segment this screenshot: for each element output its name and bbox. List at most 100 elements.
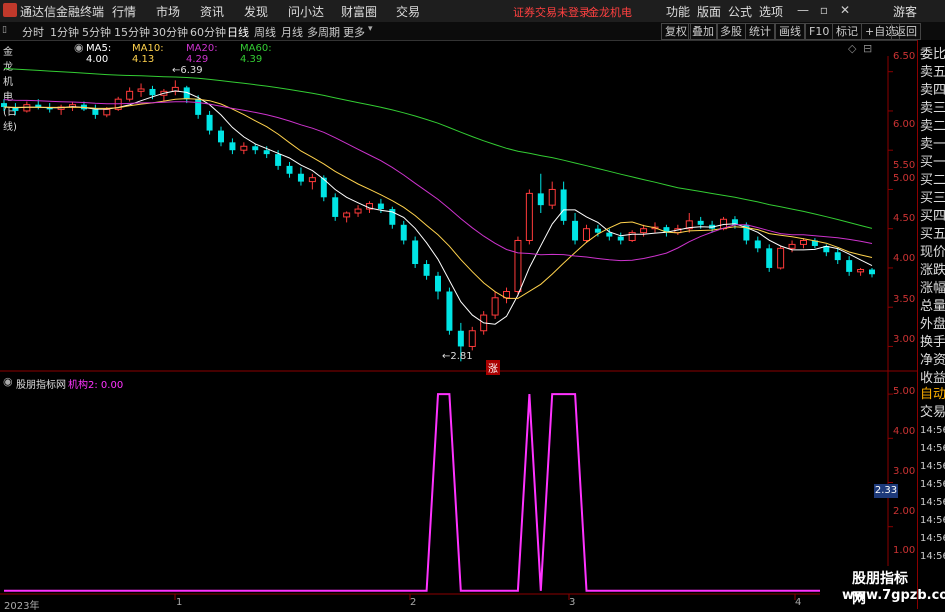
candle-body — [149, 88, 156, 96]
candle-body — [857, 269, 865, 273]
high-price-annotation: ←6.39 — [172, 65, 203, 76]
candlestick-series — [1, 80, 875, 362]
candle-body — [412, 240, 419, 265]
y-tick-label: 6.00 — [893, 119, 916, 130]
trade-time: 14:56 — [920, 479, 945, 490]
panel-label-volume[interactable]: 总量 — [920, 298, 945, 316]
low-price-value: 2.81 — [450, 351, 473, 362]
panel-label-outer[interactable]: 外盘 — [920, 316, 945, 334]
candle-body — [869, 269, 875, 275]
sub-y-tick-label: 2.00 — [893, 506, 916, 517]
candle-body — [275, 154, 282, 166]
candle-body — [548, 188, 556, 206]
price-badge: 2.33 — [874, 484, 898, 498]
candle-body — [617, 236, 624, 241]
panel-label-ask1[interactable]: 卖一 — [920, 136, 945, 154]
candle-body — [297, 173, 304, 182]
candle-body — [606, 232, 613, 237]
x-tick-label: 4 — [795, 597, 802, 608]
candle-body — [491, 297, 499, 316]
panel-label-ask3[interactable]: 卖三 — [920, 100, 945, 118]
y-tick-label: 5.50 — [893, 160, 916, 171]
y-tick-label: 5.00 — [893, 173, 916, 184]
ma-line-ma20 — [3, 99, 873, 262]
candle-body — [468, 330, 476, 347]
y-tick-label: 3.50 — [893, 294, 916, 305]
sub-y-tick-label: 5.00 — [893, 386, 916, 397]
panel-label-ask2[interactable]: 卖二 — [920, 118, 945, 136]
panel-label-weibi[interactable]: 委比 — [920, 46, 945, 64]
candle-body — [572, 220, 579, 241]
panel-trade-label[interactable]: 交易 — [920, 404, 945, 422]
candle-body — [286, 165, 293, 174]
candle-body — [354, 208, 362, 214]
panel-label-turnover[interactable]: 换手 — [920, 334, 945, 352]
y-tick-label: 6.50 — [893, 51, 916, 62]
chart-area — [0, 56, 917, 600]
candle-body — [195, 99, 202, 115]
candle-body — [834, 252, 841, 261]
panel-auto-button[interactable]: 自动 — [920, 386, 945, 404]
candle-body — [343, 212, 351, 218]
indicator-toggle-icon[interactable]: ◉ — [3, 375, 13, 388]
candle-body — [423, 264, 430, 276]
quote-side-panel: 委比 卖五 卖四 卖三 卖二 卖一 买一 买二 买三 买四 买五 现价 涨跌 涨… — [917, 40, 945, 609]
panel-label-change-pct[interactable]: 涨幅 — [920, 280, 945, 298]
ma-line-ma60 — [3, 67, 873, 229]
trade-time: 14:56 — [920, 425, 945, 436]
y-tick-label: 4.50 — [893, 213, 916, 224]
candle-body — [263, 150, 270, 155]
candle-body — [137, 88, 145, 92]
sub-y-tick-label: 1.00 — [893, 545, 916, 556]
candle-body — [332, 197, 339, 217]
candle-body — [594, 228, 601, 233]
candle-body — [229, 142, 236, 151]
panel-label-price[interactable]: 现价 — [920, 244, 945, 262]
candle-body — [103, 108, 111, 116]
candle-body — [537, 193, 544, 206]
trade-time: 14:56 — [920, 533, 945, 544]
trade-time: 14:56 — [920, 515, 945, 526]
limit-up-badge: 涨 — [486, 360, 500, 375]
panel-label-change[interactable]: 涨跌 — [920, 262, 945, 280]
candle-body — [525, 192, 533, 241]
candle-body — [206, 114, 213, 131]
candle-body — [126, 90, 134, 100]
candle-body — [846, 260, 853, 272]
panel-label-bid2[interactable]: 买二 — [920, 172, 945, 190]
high-price-value: 6.39 — [180, 65, 203, 76]
indicator-series — [4, 393, 872, 592]
candle-body — [1, 103, 7, 108]
candle-body — [435, 275, 441, 292]
candle-body — [766, 248, 773, 268]
panel-label-net-assets[interactable]: 净资 — [920, 352, 945, 370]
trade-time: 14:56 — [920, 443, 945, 454]
candle-body — [35, 104, 42, 108]
panel-label-bid1[interactable]: 买一 — [920, 154, 945, 172]
panel-label-bid3[interactable]: 买三 — [920, 190, 945, 208]
watermark: 股朋指标网 www.7gpzb.com — [820, 566, 945, 608]
panel-label-ask5[interactable]: 卖五 — [920, 64, 945, 82]
sub-y-tick-label: 4.00 — [893, 426, 916, 437]
panel-label-bid4[interactable]: 买四 — [920, 208, 945, 226]
candle-body — [560, 189, 567, 221]
indicator-line — [4, 393, 872, 592]
indicator-name: 股朋指标网 — [16, 380, 66, 391]
candle-body — [92, 109, 99, 115]
y-tick-label: 4.00 — [893, 253, 916, 264]
candle-body — [218, 130, 224, 143]
candle-body — [754, 240, 761, 249]
candle-body — [582, 228, 590, 241]
candle-body — [400, 224, 407, 241]
sub-y-tick-label: 3.00 — [893, 466, 916, 477]
y-tick-label: 3.00 — [893, 334, 916, 345]
x-tick-label: 1 — [176, 597, 183, 608]
candle-body — [777, 247, 785, 269]
candle-body — [308, 177, 316, 183]
candle-body — [799, 239, 807, 245]
panel-label-ask4[interactable]: 卖四 — [920, 82, 945, 100]
panel-label-bid5[interactable]: 买五 — [920, 226, 945, 244]
candle-body — [446, 291, 453, 331]
watermark-line2: www.7gpzb.com — [842, 588, 945, 603]
candle-body — [377, 203, 384, 210]
